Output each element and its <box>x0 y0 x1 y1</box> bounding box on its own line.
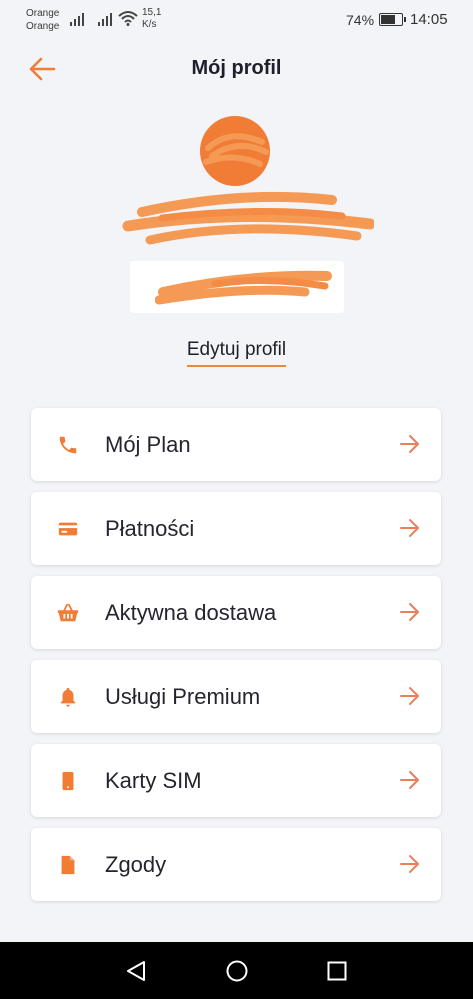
system-navigation-bar <box>0 942 473 999</box>
phone-icon <box>59 436 77 454</box>
arrow-right-icon <box>400 855 419 873</box>
battery-fill <box>381 15 396 24</box>
menu-item-label: Karty SIM <box>105 768 202 793</box>
speed-unit: K/s <box>142 19 157 30</box>
bell-icon <box>60 687 76 707</box>
nav-back-icon[interactable] <box>124 959 148 983</box>
phone-redaction <box>155 270 332 305</box>
menu-item-label: Aktywna dostawa <box>105 600 277 625</box>
battery-icon <box>379 13 406 26</box>
menu-item-consents[interactable]: Zgody <box>31 828 441 901</box>
carrier-2: Orange <box>26 21 60 32</box>
wifi-icon <box>118 11 138 26</box>
basket-icon <box>57 603 79 622</box>
speed-value: 15,1 <box>142 7 162 18</box>
avatar <box>200 116 270 186</box>
arrow-right-icon <box>400 687 419 705</box>
menu-item-active-delivery[interactable]: Aktywna dostawa <box>31 576 441 649</box>
signal-icon <box>98 13 112 26</box>
network-speed: 15,1 K/s <box>142 7 161 31</box>
mobile-icon <box>62 771 74 791</box>
document-icon <box>61 855 75 875</box>
clock: 14:05 <box>410 11 448 28</box>
menu-item-premium-services[interactable]: Usługi Premium <box>31 660 441 733</box>
edit-profile-link[interactable]: Edytuj profil <box>0 339 473 367</box>
name-redaction <box>122 191 374 245</box>
signal-icon <box>70 13 84 26</box>
menu-item-my-plan[interactable]: Mój Plan <box>31 408 441 481</box>
nav-home-icon[interactable] <box>225 959 249 983</box>
carrier-1: Orange <box>26 8 60 19</box>
menu-item-label: Zgody <box>105 852 167 877</box>
battery-percent: 74% <box>346 12 375 28</box>
redaction-scribble <box>203 133 269 167</box>
status-bar: Orange Orange 15,1 K/s 74% 14:05 <box>0 0 473 40</box>
arrow-right-icon <box>400 519 419 537</box>
menu-item-sim-cards[interactable]: Karty SIM <box>31 744 441 817</box>
menu-item-payments[interactable]: Płatności <box>31 492 441 565</box>
credit-card-icon <box>58 522 78 536</box>
page-title: Mój profil <box>191 57 282 79</box>
arrow-right-icon <box>400 771 419 789</box>
menu-item-label: Usługi Premium <box>105 684 261 709</box>
arrow-right-icon <box>400 603 419 621</box>
carrier-names: Orange Orange <box>26 7 59 33</box>
menu-item-label: Mój Plan <box>105 432 191 457</box>
edit-profile-label: Edytuj profil <box>186 339 287 367</box>
arrow-right-icon <box>400 435 419 453</box>
profile-menu: Mój Plan Płatności Aktywna dostawa Usług… <box>31 408 441 912</box>
nav-recent-apps-icon[interactable] <box>327 961 347 981</box>
menu-item-label: Płatności <box>105 516 195 541</box>
